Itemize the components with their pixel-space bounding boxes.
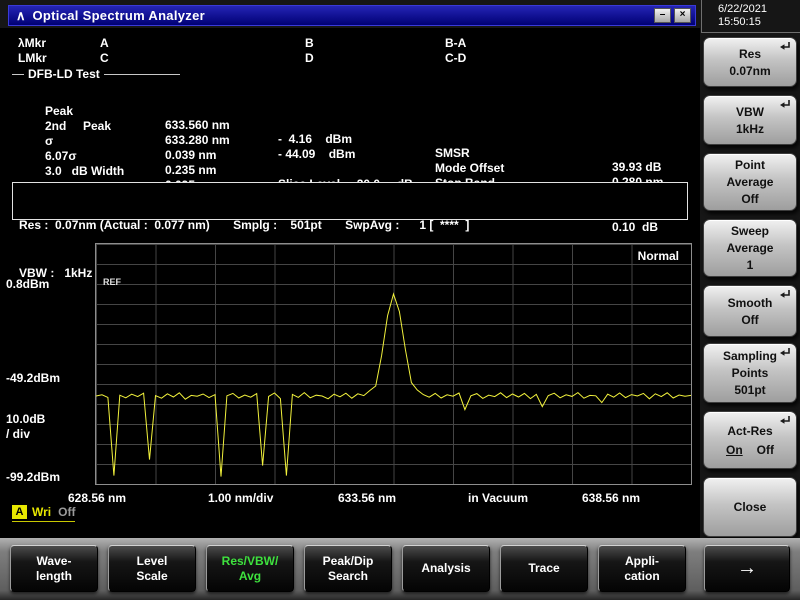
clock-date: 6/22/2021	[718, 3, 767, 15]
function-menu-bar: Wave- length Level Scale Res/VBW/ Avg Pe…	[0, 538, 800, 600]
softkey-label: Points	[731, 366, 769, 380]
more-options-icon	[779, 289, 791, 299]
trace-state-label: Off	[58, 505, 76, 519]
tab-more-arrow[interactable]: →	[704, 545, 790, 592]
y-axis-scale-label2: / div	[6, 427, 31, 441]
marker-b-label: B	[305, 36, 314, 50]
softkey-label: Point	[735, 158, 765, 172]
sweep-settings-box: Res : 0.07nm (Actual : 0.077 nm) Smplg :…	[12, 182, 688, 280]
group-rule-left	[12, 74, 24, 75]
tab-label: length	[36, 568, 72, 583]
tab-label: Appli-	[625, 553, 659, 568]
tab-label: Level	[136, 553, 168, 568]
softkey-label: Sampling	[722, 349, 777, 363]
test-group-label: DFB-LD Test	[28, 67, 100, 81]
softkey-point-average[interactable]: Point Average Off	[703, 153, 797, 211]
x-axis-center-label: 633.56 nm	[338, 491, 397, 505]
tab-peak-dip-search[interactable]: Peak/Dip Search	[304, 545, 392, 592]
x-axis-medium-label: in Vacuum	[468, 491, 529, 505]
softkey-value: 0.07nm	[729, 63, 771, 78]
x-axis-end-label: 638.56 nm	[582, 491, 641, 505]
result-row: 2nd Peak 633.280 nm - 44.09 dBm Mode Off…	[0, 105, 700, 189]
act-res-on-option[interactable]: On	[726, 443, 743, 457]
right-arrow-icon: →	[737, 557, 757, 579]
softkey-label: Res	[738, 46, 761, 61]
result-row: σ 0.039 nm Stop Band 0.740 nm	[0, 120, 700, 204]
marker-cd-label: C-D	[445, 51, 467, 65]
softkey-vbw[interactable]: VBW 1kHz	[703, 95, 797, 145]
tab-analysis[interactable]: Analysis	[402, 545, 490, 592]
softkey-act-res[interactable]: Act-Res On Off	[703, 411, 797, 469]
tab-label: Wave-	[36, 553, 72, 568]
x-axis-start-label: 628.56 nm	[68, 491, 127, 505]
tab-label: Analysis	[421, 561, 471, 575]
marker-d-label: D	[305, 51, 314, 65]
tab-application[interactable]: Appli- cation	[598, 545, 686, 592]
osa-screen: ∧ Optical Spectrum Analyzer – × 6/22/202…	[0, 0, 800, 600]
more-options-icon	[779, 415, 791, 425]
tab-label: Search	[327, 568, 369, 583]
more-options-icon	[779, 41, 791, 51]
tab-label: cation	[624, 568, 660, 583]
group-rule-right	[104, 74, 180, 75]
spectrum-trace	[96, 292, 691, 477]
softkey-label: Act-Res	[727, 423, 773, 438]
softkey-res[interactable]: Res 0.07nm	[703, 37, 797, 87]
softkey-value: 501pt	[734, 383, 766, 397]
softkey-sampling-points[interactable]: Sampling Points 501pt	[703, 343, 797, 403]
close-window-button[interactable]: ×	[674, 8, 691, 23]
softkey-label: Sweep	[730, 224, 769, 238]
softkey-label: Smooth	[727, 295, 773, 310]
result-row: 3.0 dB Width 0.095 nm Search Resolution …	[0, 150, 700, 234]
app-title: Optical Spectrum Analyzer	[32, 8, 205, 23]
act-res-off-option[interactable]: Off	[757, 443, 774, 457]
y-axis-ref-label: 0.8dBm	[6, 277, 50, 291]
lambda-marker-label: λMkr	[18, 36, 47, 50]
softkey-close[interactable]: Close	[703, 477, 797, 537]
clock-panel: 6/22/2021 15:50:15	[701, 0, 800, 33]
tab-label: Avg	[238, 568, 262, 583]
tab-level-scale[interactable]: Level Scale	[108, 545, 196, 592]
tab-label: Scale	[136, 568, 168, 583]
softkey-sweep-average[interactable]: Sweep Average 1	[703, 219, 797, 277]
softkey-label: Average	[726, 241, 774, 255]
tab-trace[interactable]: Trace	[500, 545, 588, 592]
softkey-value: 1kHz	[735, 121, 764, 136]
clock-time: 15:50:15	[718, 16, 761, 28]
x-axis-div-label: 1.00 nm/div	[208, 491, 274, 505]
softkey-label: VBW	[736, 104, 764, 119]
level-marker-label: LMkr	[18, 51, 47, 65]
title-bar: ∧ Optical Spectrum Analyzer – ×	[8, 5, 696, 26]
tab-label: Res/VBW/	[221, 553, 279, 568]
more-options-icon	[779, 99, 791, 109]
minimize-button[interactable]: –	[654, 8, 671, 23]
softkey-value: Off	[741, 312, 759, 327]
brand-logo-icon: ∧	[16, 7, 26, 23]
result-row: Peak 633.560 nm - 4.16 dBm SMSR 39.93 dB	[0, 90, 700, 174]
softkey-value: Off	[741, 192, 759, 206]
more-options-icon	[779, 347, 791, 357]
y-axis-scale-label: 10.0dB	[6, 412, 46, 426]
softkey-label: Average	[726, 175, 774, 189]
tab-label: Trace	[528, 561, 560, 575]
trace-write-label: Wri	[32, 505, 52, 519]
softkey-value: 1	[746, 258, 754, 272]
tab-res-vbw-avg[interactable]: Res/VBW/ Avg	[206, 545, 294, 592]
active-trace-badge: A	[12, 505, 27, 519]
result-row: 6.07σ 0.235 nm Slice Level 20.0 dB Cente…	[0, 135, 700, 219]
softkey-label: Close	[733, 500, 767, 514]
marker-c-label: C	[100, 51, 109, 65]
tab-wavelength[interactable]: Wave- length	[10, 545, 98, 592]
marker-a-label: A	[100, 36, 109, 50]
result-label: 3.0 dB Width	[45, 164, 125, 178]
y-axis-bottom-label: -99.2dBm	[6, 470, 61, 484]
softkey-smooth[interactable]: Smooth Off	[703, 285, 797, 337]
y-axis-mid-label: -49.2dBm	[6, 371, 61, 385]
result-wavelength: 0.235 nm	[165, 163, 217, 177]
spectrum-plot: REF Normal	[95, 243, 692, 485]
marker-ba-label: B-A	[445, 36, 467, 50]
tab-label: Peak/Dip	[322, 553, 374, 568]
settings-line-1: Res : 0.07nm (Actual : 0.077 nm) Smplg :…	[19, 218, 470, 232]
trace-annunciator: A Wri Off	[12, 505, 76, 522]
